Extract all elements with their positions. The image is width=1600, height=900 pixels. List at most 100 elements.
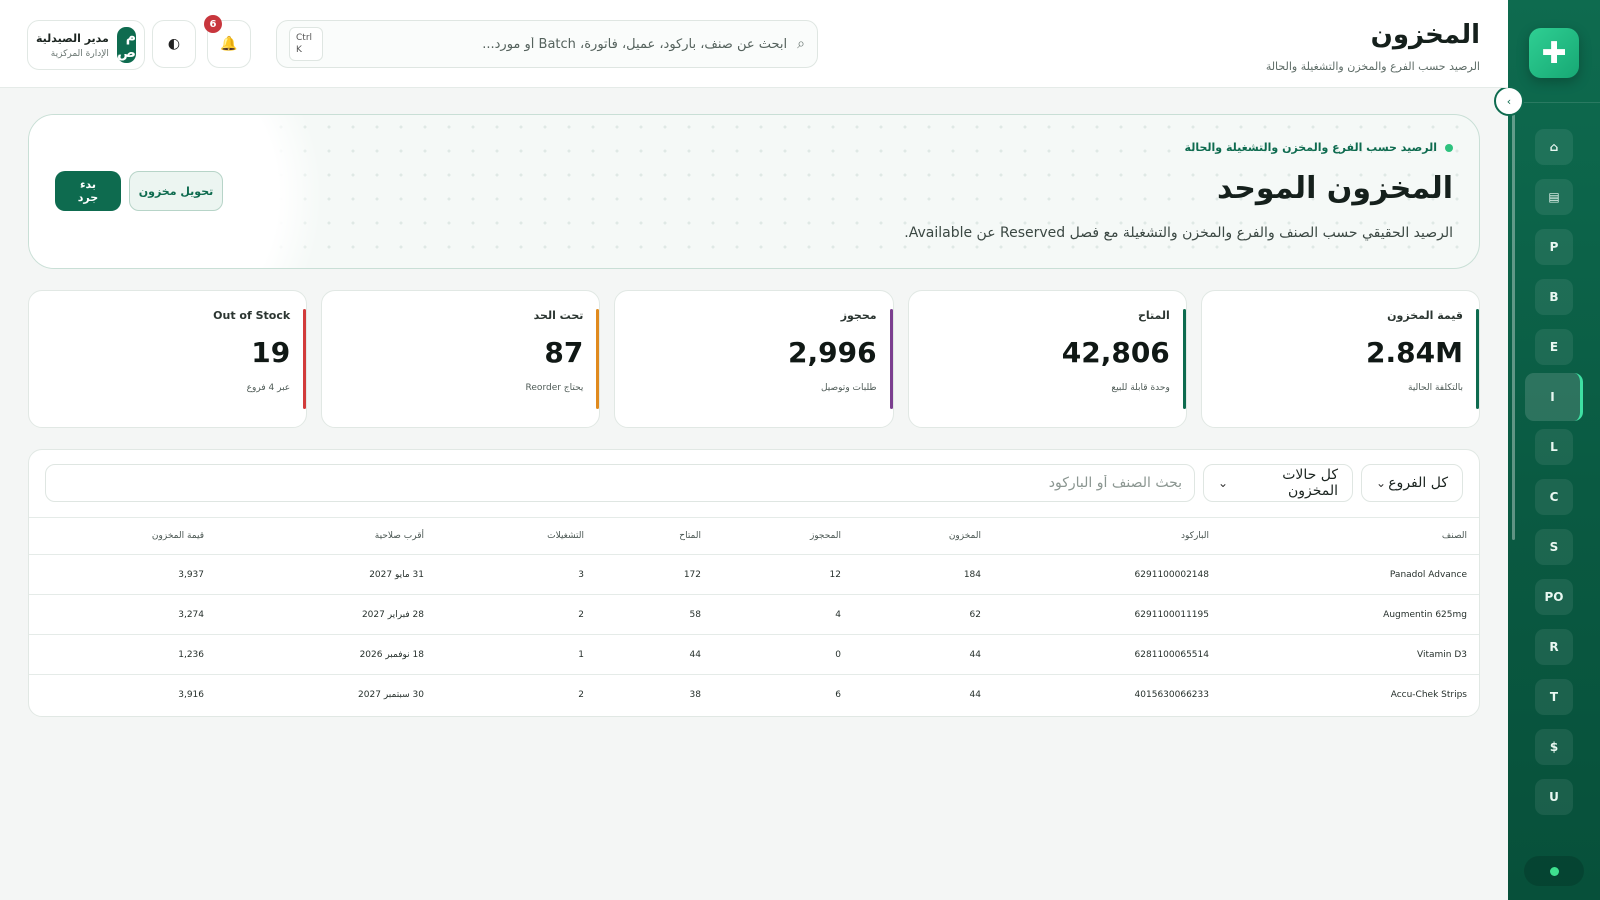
user-menu[interactable]: م ص مدير الصيدلية الإدارة المركزية — [27, 20, 145, 70]
kpi-card-below-min[interactable]: تحت الحد 87 يحتاج Reorder — [321, 290, 601, 428]
sidebar-item-home[interactable]: ⌂ — [1535, 129, 1573, 165]
sidebar-item-p[interactable]: P — [1535, 229, 1573, 265]
global-search[interactable]: ⌕ Ctrl K — [276, 20, 818, 68]
online-dot-icon — [1549, 866, 1559, 876]
table-row[interactable]: Accu-Chek Strips 4015630066233 44 6 38 2… — [29, 675, 1479, 715]
cell-item-name: Panadol Advance — [1221, 554, 1479, 595]
cell-value: 3,937 — [29, 554, 216, 595]
hero-title: المخزون الموحد — [1216, 171, 1453, 206]
column-header-batches[interactable]: التشغيلات — [436, 517, 596, 555]
kpi-accent — [303, 309, 307, 409]
kpi-label: قيمة المخزون — [1387, 309, 1463, 322]
table-header-row: الصنف الباركود المخزون المحجوز المتاح ال… — [29, 517, 1479, 555]
cell-available: 44 — [596, 634, 713, 675]
contrast-icon: ◐ — [167, 36, 181, 52]
column-header-nearest-expiry[interactable]: أقرب صلاحية — [216, 517, 436, 555]
theme-toggle-button[interactable]: ◐ — [152, 20, 196, 68]
sidebar-item-inventory[interactable]: I — [1525, 373, 1583, 421]
table-row[interactable]: Augmentin 625mg 6291100011195 62 4 58 2 … — [29, 594, 1479, 635]
kpi-card-inventory-value[interactable]: قيمة المخزون 2.84M بالتكلفة الحالية — [1200, 290, 1480, 428]
page-title: المخزون — [1370, 20, 1480, 50]
chevron-down-icon: ⌄ — [1218, 476, 1229, 490]
kpi-card-available[interactable]: المتاح 42,806 وحدة قابلة للبيع — [907, 290, 1187, 428]
cell-available: 38 — [689, 689, 701, 700]
sidebar-item-finance[interactable]: $ — [1535, 729, 1573, 765]
kpi-value: 87 — [544, 336, 584, 369]
cell-barcode: 4015630066233 — [1134, 689, 1209, 700]
kpi-accent — [1476, 309, 1479, 409]
sidebar-item-e[interactable]: E — [1535, 329, 1573, 365]
bell-icon: 🔔 — [220, 36, 238, 52]
kpi-label: المتاح — [1137, 309, 1170, 322]
kpi-value: 19 — [251, 336, 291, 369]
sidebar-item-r[interactable]: R — [1535, 629, 1573, 665]
app-logo-plus-icon[interactable]: ✚ — [1529, 28, 1579, 78]
stock-status-filter-select[interactable]: كل حالات المخزون ⌄ — [1203, 464, 1353, 502]
avatar: م ص — [116, 27, 136, 63]
sidebar-item-l[interactable]: L — [1535, 429, 1573, 465]
kpi-accent — [1182, 309, 1186, 409]
sidebar-scrollbar[interactable] — [1512, 100, 1515, 540]
item-search-input[interactable] — [45, 464, 1195, 502]
notification-badge: 6 — [204, 15, 222, 33]
cell-reserved: 12 — [713, 554, 853, 595]
cell-batches: 2 — [436, 594, 596, 635]
sidebar-item-b[interactable]: B — [1535, 279, 1573, 315]
shortcut-ctrl: Ctrl — [296, 33, 313, 43]
sidebar-item-u[interactable]: U — [1535, 779, 1573, 815]
cell-barcode: 6291100011195 — [993, 594, 1221, 635]
status-indicator — [1524, 856, 1584, 886]
cell-value: 3,916 — [178, 689, 204, 700]
user-role: الإدارة المركزية — [50, 48, 109, 59]
cell-batches: 1 — [436, 634, 596, 675]
column-header-inventory-value[interactable]: قيمة المخزون — [29, 517, 216, 555]
cell-available: 172 — [596, 554, 713, 595]
cell-expiry: 31 مايو 2027 — [216, 554, 436, 595]
column-header-reserved[interactable]: المحجوز — [713, 517, 853, 555]
kpi-label: محجوز — [840, 309, 877, 322]
cell-expiry: 18 نوفمبر 2026 — [216, 634, 436, 675]
cell-available: 58 — [596, 594, 713, 635]
sidebar-item-pos[interactable]: ▤ — [1535, 179, 1573, 215]
sidebar-item-c[interactable]: C — [1535, 479, 1573, 515]
column-header-item[interactable]: الصنف — [1221, 517, 1479, 555]
chevron-down-icon: ⌄ — [1376, 476, 1387, 490]
column-header-barcode[interactable]: الباركود — [993, 517, 1221, 555]
branch-filter-select[interactable]: كل الفروع ⌄ — [1361, 464, 1463, 502]
hero-description: الرصيد الحقيقي حسب الصنف والفرع والمخزن … — [904, 225, 1453, 241]
cell-barcode: 6291100002148 — [993, 554, 1221, 595]
cell-item-name: Augmentin 625mg — [1221, 594, 1479, 635]
cell-barcode: 6281100065514 — [993, 634, 1221, 675]
cell-stock: 184 — [853, 554, 993, 595]
sidebar-item-po[interactable]: PO — [1535, 579, 1573, 615]
cell-stock: 62 — [853, 594, 993, 635]
branch-filter-value: كل الفروع — [1388, 475, 1448, 491]
kpi-card-reserved[interactable]: محجوز 2,996 طلبات وتوصيل — [614, 290, 894, 428]
sidebar-item-s[interactable]: S — [1535, 529, 1573, 565]
keyboard-shortcut-hint: Ctrl K — [289, 27, 323, 61]
sidebar: ✚ ⌂ ▤ P B E I L C S PO R T $ U — [1508, 0, 1600, 900]
table-row[interactable]: Vitamin D3 6281100065514 44 0 44 1 18 نو… — [29, 634, 1479, 675]
cell-expiry: 28 فبراير 2027 — [216, 594, 436, 635]
kpi-accent — [889, 309, 893, 409]
kpi-hint: يحتاج Reorder — [525, 383, 584, 393]
cell-batches: 3 — [436, 554, 596, 595]
column-header-available[interactable]: المتاح — [596, 517, 713, 555]
table-row[interactable]: Panadol Advance 6291100002148 184 12 172… — [29, 554, 1479, 595]
stock-status-filter-value: كل حالات المخزون — [1282, 467, 1338, 499]
hero-banner: الرصيد حسب الفرع والمخزن والتشغيلة والحا… — [28, 114, 1480, 269]
sidebar-item-t[interactable]: T — [1535, 679, 1573, 715]
notifications-button[interactable]: 🔔 6 — [204, 15, 251, 68]
hero-eyebrow-text: الرصيد حسب الفرع والمخزن والتشغيلة والحا… — [1184, 141, 1437, 154]
kpi-label: تحت الحد — [533, 309, 584, 322]
global-search-input[interactable] — [323, 36, 788, 52]
cell-stock: 44 — [969, 689, 981, 700]
start-stocktake-button[interactable]: بدء جرد — [55, 171, 121, 211]
filters-bar: كل الفروع ⌄ كل حالات المخزون ⌄ — [45, 464, 1463, 502]
kpi-value: 2.84M — [1366, 336, 1463, 369]
kpi-card-out-of-stock[interactable]: Out of Stock 19 عبر 4 فروع — [27, 290, 308, 428]
column-header-stock[interactable]: المخزون — [853, 517, 993, 555]
topbar: المخزون الرصيد حسب الفرع والمخزن والتشغي… — [0, 0, 1508, 88]
transfer-stock-button[interactable]: تحويل مخزون — [129, 171, 223, 211]
sidebar-collapse-chevron-icon[interactable]: › — [1494, 86, 1524, 116]
